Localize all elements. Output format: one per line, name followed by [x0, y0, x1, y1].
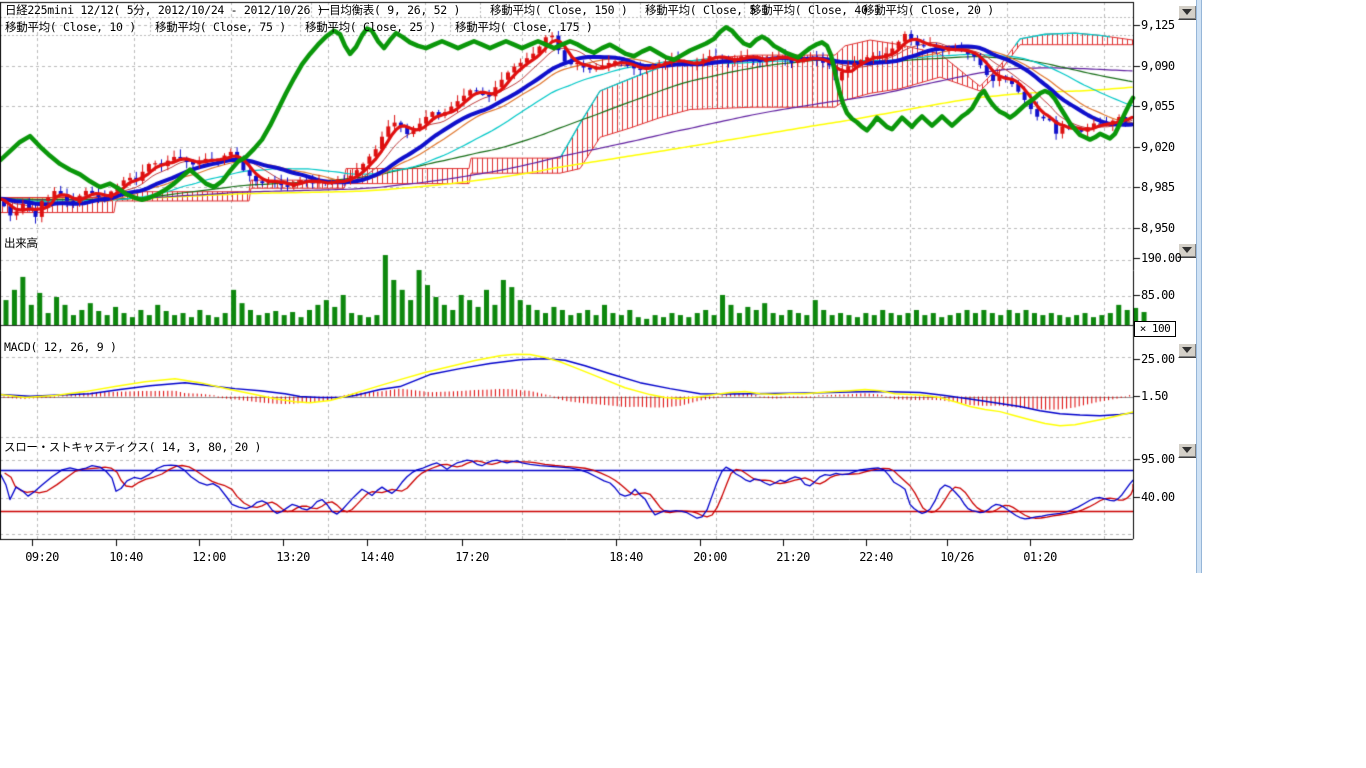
indicator-label-row1-0: 日経225mini 12/12( 5分, 2012/10/24 - 2012/1…	[5, 3, 323, 17]
chevron-down-icon	[1182, 247, 1192, 253]
indicator-label-row1-5: 移動平均( Close, 20 )	[863, 3, 994, 17]
time-axis-tick-0: 09:20	[25, 550, 59, 564]
chevron-down-icon	[1182, 347, 1192, 353]
stoch-axis-tick-0: 95.00	[1141, 452, 1175, 466]
vertical-scrollbar[interactable]	[1196, 0, 1202, 573]
volume-pane-title: 出来高	[4, 236, 38, 250]
stoch-pane-collapse-button[interactable]	[1178, 443, 1197, 458]
price-axis-tick-4: 8,985	[1141, 180, 1175, 194]
time-axis-tick-8: 21:20	[776, 550, 810, 564]
time-axis-tick-3: 13:20	[276, 550, 310, 564]
price-axis-tick-2: 9,055	[1141, 99, 1175, 113]
time-axis-tick-6: 18:40	[609, 550, 643, 564]
indicator-label-row1-2: 移動平均( Close, 150 )	[490, 3, 628, 17]
indicator-label-row2-2: 移動平均( Close, 25 )	[305, 20, 436, 34]
time-axis-tick-4: 14:40	[360, 550, 394, 564]
indicator-label-row2-1: 移動平均( Close, 75 )	[155, 20, 286, 34]
volume-multiplier-box: × 100	[1134, 321, 1176, 337]
time-axis-tick-2: 12:00	[192, 550, 226, 564]
stoch-axis-tick-1: 40.00	[1141, 490, 1175, 504]
volume-axis-tick-1: 85.00	[1141, 288, 1175, 302]
stochastics-pane-title: スロー・ストキャスティクス( 14, 3, 80, 20 )	[4, 440, 261, 454]
macd-axis-tick-0: 25.00	[1141, 352, 1175, 366]
macd-pane-title: MACD( 12, 26, 9 )	[4, 340, 117, 354]
price-axis-tick-1: 9,090	[1141, 59, 1175, 73]
price-axis-tick-5: 8,950	[1141, 221, 1175, 235]
macd-pane-collapse-button[interactable]	[1178, 343, 1197, 358]
chart-application-window: 出来高 MACD( 12, 26, 9 ) スロー・ストキャスティクス( 14,…	[0, 0, 1366, 768]
chart-plot-area[interactable]	[0, 0, 1200, 575]
time-axis-tick-5: 17:20	[455, 550, 489, 564]
indicator-label-row2-3: 移動平均( Close, 175 )	[455, 20, 593, 34]
indicator-label-row1-4: 移動平均( Close, 40 )	[750, 3, 881, 17]
price-axis-tick-3: 9,020	[1141, 140, 1175, 154]
indicator-label-row1-1: 一目均衡表( 9, 26, 52 )	[318, 3, 460, 17]
macd-axis-tick-1: 1.50	[1141, 389, 1168, 403]
indicator-label-row2-0: 移動平均( Close, 10 )	[5, 20, 136, 34]
chevron-down-icon	[1182, 9, 1192, 15]
chevron-down-icon	[1182, 447, 1192, 453]
time-axis-tick-10: 10/26	[940, 550, 974, 564]
time-axis-tick-9: 22:40	[859, 550, 893, 564]
volume-axis-tick-0: 190.00	[1141, 251, 1181, 265]
price-pane-collapse-button[interactable]	[1178, 5, 1197, 20]
time-axis-tick-7: 20:00	[693, 550, 727, 564]
time-axis-tick-11: 01:20	[1023, 550, 1057, 564]
time-axis-tick-1: 10:40	[109, 550, 143, 564]
price-axis-tick-0: 9,125	[1141, 18, 1175, 32]
